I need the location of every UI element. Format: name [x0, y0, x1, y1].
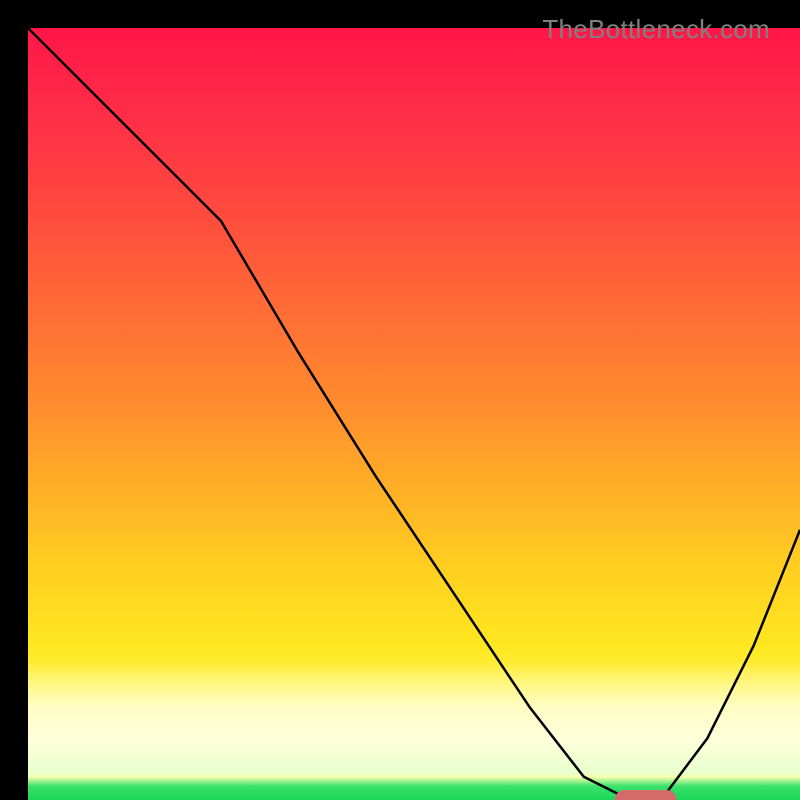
bottleneck-curve — [28, 28, 800, 800]
watermark-text: TheBottleneck.com — [542, 14, 770, 45]
chart-frame: TheBottleneck.com — [0, 0, 800, 800]
chart-svg — [28, 28, 800, 800]
optimal-marker — [615, 790, 677, 800]
